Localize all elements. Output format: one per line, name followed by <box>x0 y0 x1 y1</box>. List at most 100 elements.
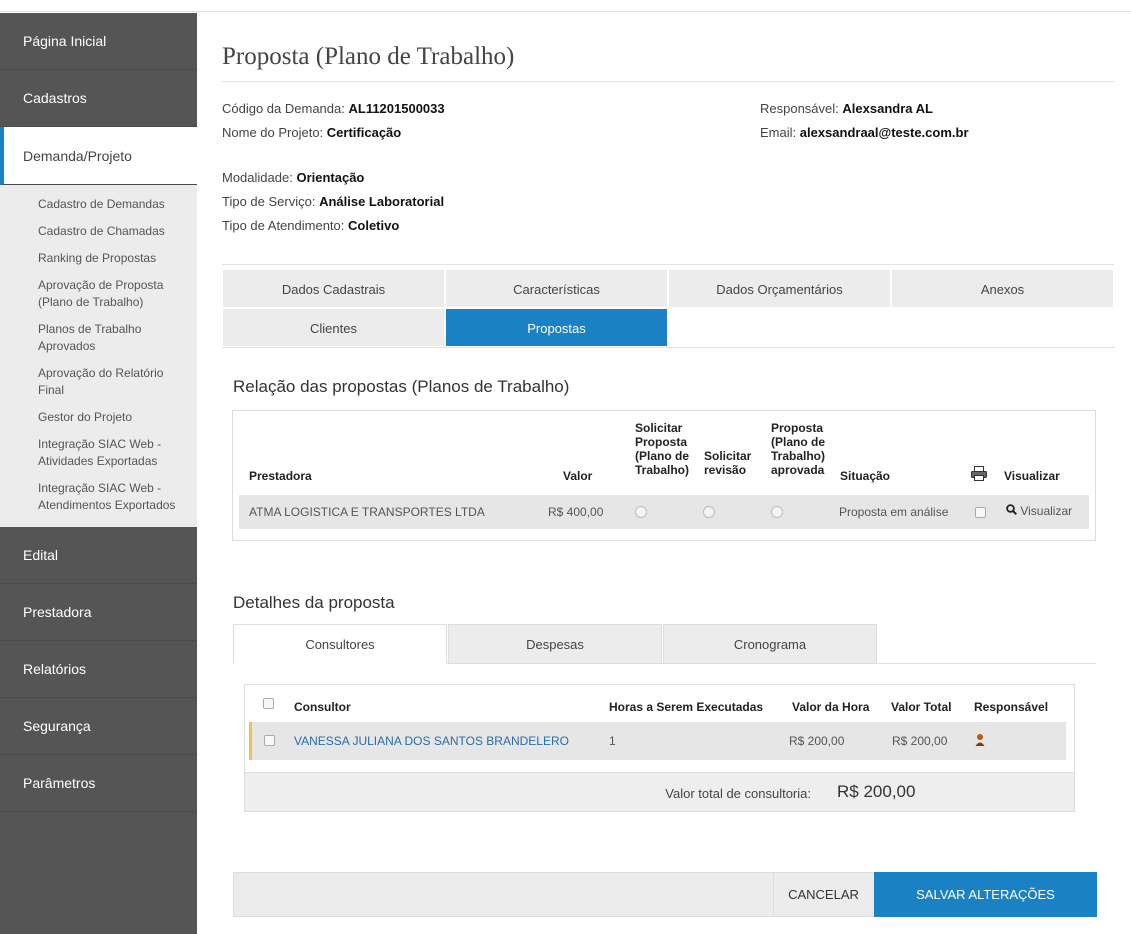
tab-cronograma[interactable]: Cronograma <box>663 624 877 664</box>
modalidade-value: Orientação <box>296 170 365 185</box>
tabs-divider <box>222 347 1115 348</box>
consultoria-total: Valor total de consultoria: R$ 200,00 <box>245 772 1074 811</box>
col-valor-total: Valor Total <box>891 700 952 714</box>
tab-anexos[interactable]: Anexos <box>891 269 1114 308</box>
col-solicitar-proposta-l3: (Plano de <box>635 449 690 463</box>
total-label: Valor total de consultoria: <box>665 786 811 801</box>
save-button[interactable]: SALVAR ALTERAÇÕES <box>874 872 1097 917</box>
col-valor: Valor <box>563 469 593 483</box>
col-solicitar-revisao: Solicitar revisão <box>704 449 751 477</box>
row-valor-total: R$ 200,00 <box>892 734 948 748</box>
responsavel: Responsável: Alexsandra AL <box>760 101 933 116</box>
proposta-aprovada-radio[interactable] <box>771 506 783 518</box>
main-content: Proposta (Plano de Trabalho) Código da D… <box>222 13 1115 917</box>
tab-dados-cadastrais[interactable]: Dados Cadastrais <box>222 269 445 308</box>
submenu-aprovacao-proposta[interactable]: Aprovação de Proposta (Plano de Trabalho… <box>0 272 197 316</box>
sidebar-item-seguranca[interactable]: Segurança <box>0 698 197 755</box>
tab-consultores[interactable]: Consultores <box>233 624 447 664</box>
table-row: VANESSA JULIANA DOS SANTOS BRANDELERO 1 … <box>249 722 1066 760</box>
tab-despesas[interactable]: Despesas <box>448 624 662 664</box>
col-situacao: Situação <box>840 469 891 483</box>
sidebar-item-relatorios[interactable]: Relatórios <box>0 641 197 698</box>
email-value: alexsandraal@teste.com.br <box>799 125 969 140</box>
propostas-header: Prestadora Valor Solicitar Proposta (Pla… <box>233 411 1095 493</box>
col-proposta-aprovada-l1: Proposta <box>771 421 824 435</box>
sidebar-submenu: Cadastro de Demandas Cadastro de Chamada… <box>0 185 197 527</box>
col-prestadora: Prestadora <box>249 469 312 483</box>
col-proposta-aprovada-l3: Trabalho) <box>771 449 826 463</box>
col-responsavel: Responsável <box>974 700 1049 714</box>
row-valor: R$ 400,00 <box>548 505 604 519</box>
submenu-siac-atividades[interactable]: Integração SIAC Web - Atividades Exporta… <box>0 431 197 475</box>
sidebar-item-demanda-projeto[interactable]: Demanda/Projeto <box>0 127 197 185</box>
consultores-table: Consultor Horas a Serem Executadas Valor… <box>244 684 1075 812</box>
modalidade: Modalidade: Orientação <box>222 170 364 185</box>
codigo-value: AL11201500033 <box>348 101 445 116</box>
tab-dados-orcamentarios[interactable]: Dados Orçamentários <box>668 269 891 308</box>
email: Email: alexsandraal@teste.com.br <box>760 125 969 140</box>
col-solicitar-revisao-l2: revisão <box>704 463 747 477</box>
modalidade-label: Modalidade: <box>222 170 293 185</box>
detail-tabs: Consultores Despesas Cronograma <box>233 624 878 664</box>
print-checkbox[interactable] <box>975 507 986 518</box>
tab-clientes[interactable]: Clientes <box>222 308 445 347</box>
detalhes-title: Detalhes da proposta <box>233 593 395 612</box>
nome-label: Nome do Projeto: <box>222 125 324 140</box>
tab-propostas[interactable]: Propostas <box>445 308 668 347</box>
codigo-label: Código da Demanda: <box>222 101 345 116</box>
submenu-gestor-projeto[interactable]: Gestor do Projeto <box>0 404 197 431</box>
sidebar-item-prestadora[interactable]: Prestadora <box>0 584 197 641</box>
tipo-atendimento: Tipo de Atendimento: Coletivo <box>222 218 399 233</box>
col-horas: Horas a Serem Executadas <box>609 700 764 714</box>
atendimento-value: Coletivo <box>348 218 400 233</box>
main-tabs: Dados Cadastrais Características Dados O… <box>222 269 1115 347</box>
servico-value: Análise Laboratorial <box>319 194 445 209</box>
submenu-cadastro-demandas[interactable]: Cadastro de Demandas <box>0 191 197 218</box>
solicitar-proposta-radio[interactable] <box>635 506 647 518</box>
propostas-title: Relação das propostas (Planos de Trabalh… <box>233 377 570 396</box>
col-solicitar-proposta-l4: Trabalho) <box>635 463 690 477</box>
sidebar-item-edital[interactable]: Edital <box>0 527 197 584</box>
submenu-aprovacao-relatorio[interactable]: Aprovação do Relatório Final <box>0 360 197 404</box>
printer-icon[interactable] <box>971 466 987 484</box>
responsavel-user-icon[interactable] <box>975 733 985 750</box>
responsavel-value: Alexsandra AL <box>842 101 933 116</box>
propostas-table: Prestadora Valor Solicitar Proposta (Pla… <box>232 410 1096 541</box>
row-valor-hora: R$ 200,00 <box>789 734 845 748</box>
col-solicitar-revisao-l1: Solicitar <box>704 449 752 463</box>
select-all-checkbox[interactable] <box>263 698 274 709</box>
table-row: ATMA LOGISTICA E TRANSPORTES LTDA R$ 400… <box>239 495 1089 529</box>
col-solicitar-proposta: Solicitar Proposta (Plano de Trabalho) <box>635 421 689 477</box>
top-border <box>0 0 1131 12</box>
form-footer: CANCELAR SALVAR ALTERAÇÕES <box>233 872 1097 917</box>
tipo-servico: Tipo de Serviço: Análise Laboratorial <box>222 194 444 209</box>
page-title: Proposta (Plano de Trabalho) <box>222 13 1114 82</box>
nome-value: Certificação <box>326 125 402 140</box>
row-horas: 1 <box>609 734 616 748</box>
col-proposta-aprovada: Proposta (Plano de Trabalho) aprovada <box>771 421 825 477</box>
responsavel-label: Responsável: <box>760 101 839 116</box>
col-proposta-aprovada-l2: (Plano de <box>771 435 826 449</box>
sidebar-item-pagina-inicial[interactable]: Página Inicial <box>0 13 197 70</box>
row-situacao: Proposta em análise <box>839 505 949 519</box>
search-icon <box>1006 504 1018 516</box>
submenu-ranking-propostas[interactable]: Ranking de Propostas <box>0 245 197 272</box>
row-checkbox[interactable] <box>264 735 275 746</box>
tab-caracteristicas[interactable]: Características <box>445 269 668 308</box>
email-label: Email: <box>760 125 797 140</box>
consultor-link[interactable]: VANESSA JULIANA DOS SANTOS BRANDELERO <box>294 734 569 748</box>
cancel-button[interactable]: CANCELAR <box>773 873 873 916</box>
col-solicitar-proposta-l2: Proposta <box>635 435 688 449</box>
col-visualizar: Visualizar <box>1004 469 1060 483</box>
project-info: Código da Demanda: AL11201500033 Nome do… <box>222 82 1114 265</box>
submenu-siac-atendimentos[interactable]: Integração SIAC Web - Atendimentos Expor… <box>0 475 197 519</box>
submenu-planos-aprovados[interactable]: Planos de Trabalho Aprovados <box>0 316 197 360</box>
sidebar-item-cadastros[interactable]: Cadastros <box>0 70 197 127</box>
visualizar-link[interactable]: Visualizar <box>1006 504 1072 518</box>
solicitar-revisao-radio[interactable] <box>703 506 715 518</box>
row-prestadora: ATMA LOGISTICA E TRANSPORTES LTDA <box>249 505 485 519</box>
col-valor-hora: Valor da Hora <box>792 700 870 714</box>
col-solicitar-proposta-l1: Solicitar <box>635 421 683 435</box>
sidebar-item-parametros[interactable]: Parâmetros <box>0 755 197 812</box>
submenu-cadastro-chamadas[interactable]: Cadastro de Chamadas <box>0 218 197 245</box>
